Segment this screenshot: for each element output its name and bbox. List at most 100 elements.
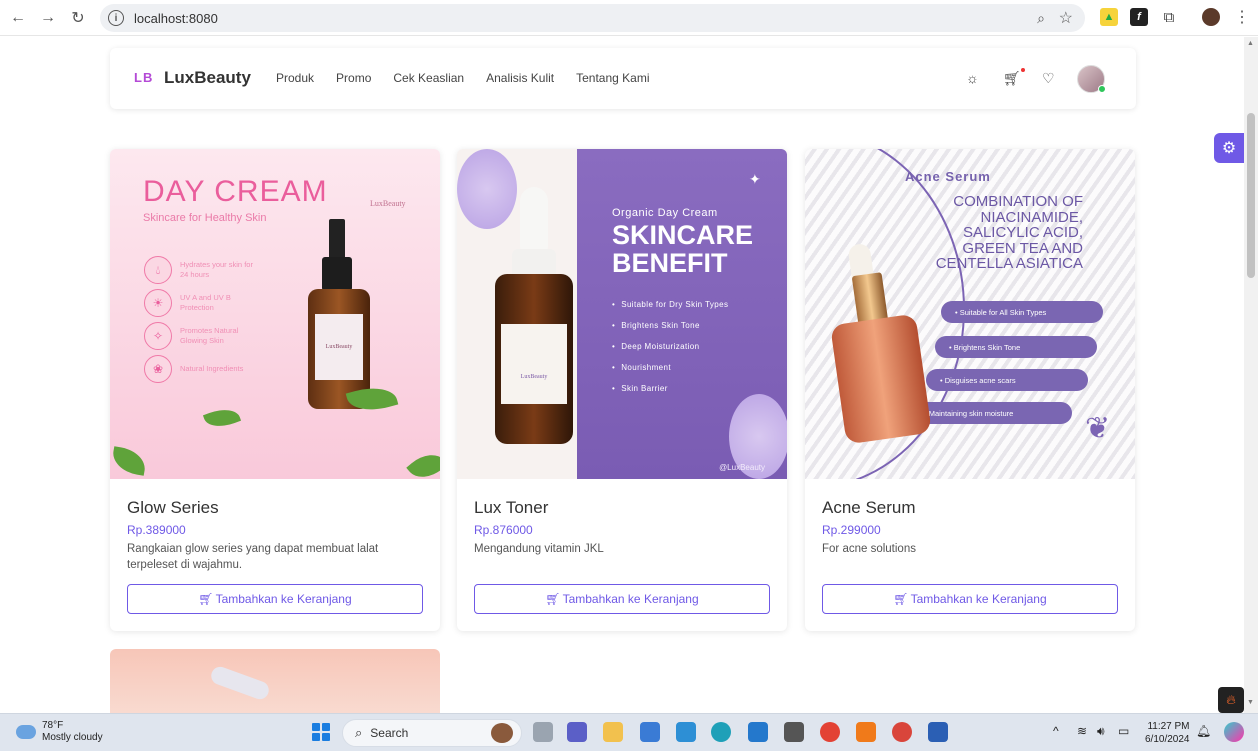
dropper-decoration xyxy=(208,664,272,702)
bottle-label: LuxBeauty xyxy=(315,314,363,380)
tray-chevron-up-icon[interactable]: ^ xyxy=(1053,724,1059,738)
poster-feature: ☀︎ UV A and UV B Protection xyxy=(144,289,260,317)
extension-icon[interactable]: ▲ xyxy=(1100,8,1118,26)
bottle-neck xyxy=(322,257,352,291)
online-status-dot xyxy=(1098,85,1106,93)
add-to-cart-button[interactable]: 🛒︎ Tambahkan ke Keranjang xyxy=(822,584,1118,614)
bookmark-star-icon[interactable]: ☆ xyxy=(1059,8,1073,28)
taskbar-search[interactable]: ⌕ Search xyxy=(342,719,522,747)
product-price: Rp.299000 xyxy=(822,523,881,537)
leaf-decoration xyxy=(110,446,148,476)
poster-handle: @LuxBeauty xyxy=(719,463,765,472)
store-icon[interactable] xyxy=(640,722,660,742)
fire-icon[interactable]: 🔥︎ xyxy=(1218,687,1244,713)
logo-mark[interactable]: LB xyxy=(134,70,153,85)
wishlist-heart-icon[interactable]: ♡ xyxy=(1042,70,1055,87)
nav-cek-keaslian[interactable]: Cek Keaslian xyxy=(393,71,464,85)
task-view-icon[interactable] xyxy=(533,722,553,742)
wifi-icon[interactable]: ≋ xyxy=(1077,724,1087,738)
product-image-day-cream[interactable]: DAY CREAM Skincare for Healthy Skin LuxB… xyxy=(110,149,440,479)
chrome-icon[interactable] xyxy=(820,722,840,742)
product-description: Rangkaian glow series yang dapat membuat… xyxy=(127,543,379,571)
scroll-up-icon[interactable]: ▲ xyxy=(1247,40,1254,47)
product-price: Rp.389000 xyxy=(127,523,186,537)
leaf-outline-icon: ❦ xyxy=(1085,412,1111,445)
poster-title: Acne Serum xyxy=(905,169,991,184)
browser-menu-icon[interactable]: ⋮ xyxy=(1233,8,1251,26)
scroll-thumb[interactable] xyxy=(1247,113,1255,278)
copilot-icon[interactable] xyxy=(1224,722,1244,742)
poster-pill: • Suitable for All Skin Types xyxy=(941,301,1103,323)
product-image-partial[interactable] xyxy=(110,649,440,713)
sun-icon: ☀︎ xyxy=(144,289,172,317)
chrome-dev-icon[interactable] xyxy=(892,722,912,742)
product-description: Mengandung vitamin JKL xyxy=(474,543,604,555)
poster-pill: • Brightens Skin Tone xyxy=(935,336,1097,358)
poster-feature: ❀ Natural Ingredients xyxy=(144,355,260,383)
battery-icon[interactable]: ▭ xyxy=(1118,724,1129,738)
windows-taskbar: 78°F Mostly cloudy ⌕ Search ^ ≋ 🔊︎ ▭ 11:… xyxy=(0,713,1258,751)
cart-icon: 🛒︎ xyxy=(198,592,214,606)
poster-benefits: Suitable for Dry Skin Types Brightens Sk… xyxy=(612,300,728,405)
font-extension-icon[interactable]: f xyxy=(1130,8,1148,26)
weather-widget[interactable]: 78°F Mostly cloudy xyxy=(16,720,103,744)
unity-icon[interactable] xyxy=(784,722,804,742)
product-name[interactable]: Glow Series xyxy=(127,498,219,518)
url-text: localhost:8080 xyxy=(134,10,218,26)
settings-gear-icon[interactable]: ⚙ xyxy=(1214,133,1244,163)
edge-icon[interactable] xyxy=(711,722,731,742)
add-to-cart-button[interactable]: 🛒︎ Tambahkan ke Keranjang xyxy=(127,584,423,614)
poster-brand: LuxBeauty xyxy=(370,199,406,208)
windows-start-icon[interactable] xyxy=(312,723,330,741)
page-scrollbar[interactable]: ▲ ▼ xyxy=(1244,37,1258,713)
vscode-icon[interactable] xyxy=(748,722,768,742)
address-bar[interactable]: i localhost:8080 ⌕ ☆ xyxy=(100,4,1085,32)
product-card: Acne Serum COMBINATION OF NIACINAMIDE, S… xyxy=(805,149,1135,631)
user-avatar[interactable] xyxy=(1077,65,1106,93)
weather-temperature: 78°F xyxy=(42,720,64,731)
profile-avatar[interactable] xyxy=(1202,8,1220,26)
logo-text[interactable]: LuxBeauty xyxy=(164,68,251,88)
nav-analisis-kulit[interactable]: Analisis Kulit xyxy=(486,71,554,85)
add-to-cart-button[interactable]: 🛒︎ Tambahkan ke Keranjang xyxy=(474,584,770,614)
file-explorer-icon[interactable] xyxy=(603,722,623,742)
product-image-skincare-benefit[interactable]: ✦ Organic Day Cream SKINCAREBENEFIT Suit… xyxy=(457,149,787,479)
product-name[interactable]: Acne Serum xyxy=(822,498,916,518)
site-header: LB LuxBeauty Produk Promo Cek Keaslian A… xyxy=(110,48,1136,109)
nav-tentang-kami[interactable]: Tentang Kami xyxy=(576,71,649,85)
site-info-icon[interactable]: i xyxy=(108,10,124,26)
notepad-icon[interactable] xyxy=(676,722,696,742)
word-icon[interactable] xyxy=(928,722,948,742)
extensions-puzzle-icon[interactable]: ⧉ xyxy=(1160,8,1178,26)
xampp-icon[interactable] xyxy=(856,722,876,742)
product-description: For acne solutions xyxy=(822,543,916,555)
poster-title: DAY CREAM xyxy=(143,175,328,208)
scroll-down-icon[interactable]: ▼ xyxy=(1247,699,1254,706)
forward-button[interactable]: → xyxy=(34,4,62,32)
product-card: DAY CREAM Skincare for Healthy Skin LuxB… xyxy=(110,149,440,631)
poster-pill: • Maintaining skin moisture xyxy=(910,402,1072,424)
poster-ingredients: COMBINATION OF NIACINAMIDE, SALICYLIC AC… xyxy=(935,193,1083,272)
bottle-body xyxy=(830,313,932,445)
reload-button[interactable]: ↻ xyxy=(64,4,92,32)
notification-icon[interactable]: 🔔︎ xyxy=(1196,724,1211,738)
weather-condition: Mostly cloudy xyxy=(42,732,103,743)
system-clock[interactable]: 11:27 PM 6/10/2024 xyxy=(1145,720,1190,746)
poster-feature: 💧︎ Hydrates your skin for 24 hours xyxy=(144,256,260,284)
cart-icon: 🛒︎ xyxy=(545,592,561,606)
product-name[interactable]: Lux Toner xyxy=(474,498,548,518)
nav-promo[interactable]: Promo xyxy=(336,71,371,85)
cart-icon[interactable]: 🛒︎ xyxy=(1003,68,1025,87)
product-image-acne-serum[interactable]: Acne Serum COMBINATION OF NIACINAMIDE, S… xyxy=(805,149,1135,479)
flower-decoration xyxy=(457,149,517,229)
theme-toggle-icon[interactable]: ☼ xyxy=(966,70,979,86)
back-button[interactable]: ← xyxy=(4,4,32,32)
bottle-label: LuxBeauty xyxy=(501,324,567,404)
browser-toolbar: ← → ↻ i localhost:8080 ⌕ ☆ ▲ f ⧉ ⋮ xyxy=(0,0,1258,36)
teams-icon[interactable] xyxy=(567,722,587,742)
poster-headline: SKINCARE BENEFIT xyxy=(612,220,754,278)
zoom-icon[interactable]: ⌕ xyxy=(1037,10,1045,27)
clock-date: 6/10/2024 xyxy=(1145,734,1190,745)
volume-icon[interactable]: 🔊︎ xyxy=(1097,724,1105,739)
nav-produk[interactable]: Produk xyxy=(276,71,314,85)
